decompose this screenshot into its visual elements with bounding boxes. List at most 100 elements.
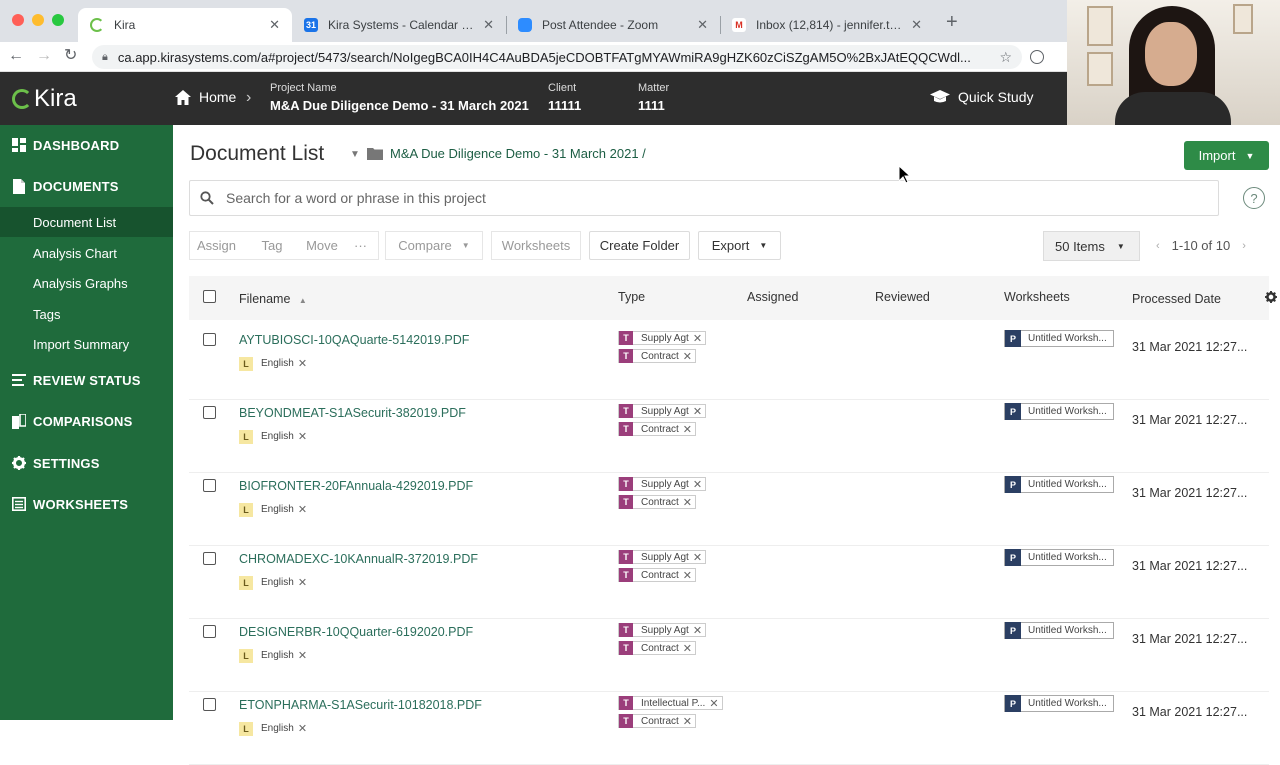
export-button[interactable]: Export ▼ [698,231,781,260]
type-tag: T Supply Agt ✕ [618,623,707,637]
remove-tag-icon[interactable]: ✕ [683,423,695,436]
column-header-assigned[interactable]: Assigned [747,290,798,304]
row-checkbox[interactable] [203,333,216,346]
close-window-button[interactable] [12,14,24,26]
remove-tag-icon[interactable]: ✕ [298,430,310,443]
home-link[interactable]: Home [175,89,236,105]
sidebar-item-worksheets[interactable]: WORKSHEETS [0,496,173,512]
row-checkbox[interactable] [203,552,216,565]
remove-tag-icon[interactable]: ✕ [683,715,695,728]
compare-button[interactable]: Compare ▼ [385,231,483,260]
close-tab-icon[interactable]: ✕ [483,17,494,33]
filename-link[interactable]: BEYONDMEAT-S1ASecurit-382019.PDF [239,406,466,420]
remove-tag-icon[interactable]: ✕ [298,503,310,516]
extension-icon[interactable] [1030,50,1044,64]
remove-tag-icon[interactable]: ✕ [693,624,705,637]
new-tab-icon[interactable]: + [946,12,958,32]
next-page-icon[interactable]: › [1242,240,1246,252]
remove-tag-icon[interactable]: ✕ [683,496,695,509]
items-per-page-select[interactable]: 50 Items ▼ [1043,231,1140,261]
import-button[interactable]: Import ▼ [1184,141,1269,170]
remove-tag-icon[interactable]: ✕ [683,569,695,582]
worksheet-tag[interactable]: P Untitled Worksh... [1004,403,1114,420]
move-button[interactable]: Move [301,231,343,260]
worksheet-tag[interactable]: P Untitled Worksh... [1004,695,1114,712]
column-settings-gear-icon[interactable] [1265,291,1277,303]
filename-link[interactable]: AYTUBIOSCI-10QAQuarte-5142019.PDF [239,333,469,347]
sidebar-item-analysis-graphs[interactable]: Analysis Graphs [0,268,173,298]
close-tab-icon[interactable]: ✕ [269,17,280,33]
row-checkbox[interactable] [203,698,216,711]
remove-tag-icon[interactable]: ✕ [298,722,310,735]
remove-tag-icon[interactable]: ✕ [693,478,705,491]
browser-tab-calendar[interactable]: 31 Kira Systems - Calendar - Wee ✕ [292,8,506,42]
table-row[interactable]: DESIGNERBR-10QQuarter-6192020.PDF L Engli… [189,619,1269,692]
column-header-type[interactable]: Type [618,290,645,304]
remove-tag-icon[interactable]: ✕ [683,642,695,655]
column-header-filename[interactable]: Filename ▲ [239,292,307,306]
back-icon[interactable]: ← [8,46,24,66]
row-checkbox[interactable] [203,479,216,492]
remove-tag-icon[interactable]: ✕ [298,357,310,370]
create-folder-button[interactable]: Create Folder [589,231,690,260]
forward-icon[interactable]: → [36,46,52,66]
folder-breadcrumb[interactable]: M&A Due Diligence Demo - 31 March 2021 / [390,146,646,161]
filename-link[interactable]: ETONPHARMA-S1ASecurit-10182018.PDF [239,698,482,712]
help-icon[interactable]: ? [1243,187,1265,209]
worksheet-tag[interactable]: P Untitled Worksh... [1004,622,1114,639]
remove-tag-icon[interactable]: ✕ [709,697,721,710]
more-actions-button[interactable]: ··· [343,231,379,260]
remove-tag-icon[interactable]: ✕ [683,350,695,363]
remove-tag-icon[interactable]: ✕ [298,576,310,589]
sidebar-item-documents[interactable]: DOCUMENTS [0,178,173,194]
kira-logo[interactable]: Kira [12,85,77,113]
sidebar-item-analysis-chart[interactable]: Analysis Chart [0,238,173,268]
tag-button[interactable]: Tag [243,231,301,260]
table-row[interactable]: AYTUBIOSCI-10QAQuarte-5142019.PDF L Engli… [189,327,1269,400]
minimize-window-button[interactable] [32,14,44,26]
worksheet-tag[interactable]: P Untitled Worksh... [1004,330,1114,347]
browser-tab-gmail[interactable]: M Inbox (12,814) - jennifer.tsai@ ✕ [720,8,934,42]
filename-link[interactable]: BIOFRONTER-20FAnnuala-4292019.PDF [239,479,473,493]
quick-study-button[interactable]: Quick Study [930,89,1033,105]
remove-tag-icon[interactable]: ✕ [298,649,310,662]
column-header-worksheets[interactable]: Worksheets [1004,290,1070,304]
filename-link[interactable]: CHROMADEXC-10KAnnualR-372019.PDF [239,552,478,566]
browser-tab-zoom[interactable]: Post Attendee - Zoom ✕ [506,8,720,42]
sidebar-item-tags[interactable]: Tags [0,299,173,329]
row-checkbox[interactable] [203,406,216,419]
sidebar-item-dashboard[interactable]: DASHBOARD [0,137,173,153]
caret-down-icon[interactable]: ▼ [350,149,360,160]
table-row[interactable]: CHROMADEXC-10KAnnualR-372019.PDF L Englis… [189,546,1269,619]
select-all-checkbox[interactable] [203,290,216,303]
row-checkbox[interactable] [203,625,216,638]
reload-icon[interactable]: ↻ [64,46,77,66]
sidebar-item-comparisons[interactable]: COMPARISONS [0,413,173,429]
sidebar-item-review-status[interactable]: REVIEW STATUS [0,372,173,388]
remove-tag-icon[interactable]: ✕ [693,332,705,345]
url-field[interactable]: 🔒︎ ca.app.kirasystems.com/a#project/5473… [92,45,1022,69]
sidebar-item-document-list[interactable]: Document List [0,207,173,237]
column-header-processed-date[interactable]: Processed Date [1132,292,1221,306]
bookmark-star-icon[interactable]: ☆ [999,49,1012,66]
column-header-reviewed[interactable]: Reviewed [875,290,930,304]
sidebar-item-import-summary[interactable]: Import Summary [0,329,173,359]
close-tab-icon[interactable]: ✕ [911,17,922,33]
table-row[interactable]: BEYONDMEAT-S1ASecurit-382019.PDF L Englis… [189,400,1269,473]
worksheets-button[interactable]: Worksheets [491,231,581,260]
table-row[interactable]: BIOFRONTER-20FAnnuala-4292019.PDF L Engli… [189,473,1269,546]
search-input[interactable]: Search for a word or phrase in this proj… [189,180,1219,216]
close-tab-icon[interactable]: ✕ [697,17,708,33]
filename-link[interactable]: DESIGNERBR-10QQuarter-6192020.PDF [239,625,473,639]
remove-tag-icon[interactable]: ✕ [693,405,705,418]
browser-tab-kira[interactable]: Kira ✕ [78,8,292,42]
remove-tag-icon[interactable]: ✕ [693,551,705,564]
zoom-window-button[interactable] [52,14,64,26]
worksheet-tag[interactable]: P Untitled Worksh... [1004,476,1114,493]
sidebar-item-label: Analysis Graphs [33,275,128,291]
table-row[interactable]: ETONPHARMA-S1ASecurit-10182018.PDF L Engl… [189,692,1269,765]
sidebar-item-settings[interactable]: SETTINGS [0,455,173,471]
worksheet-tag[interactable]: P Untitled Worksh... [1004,549,1114,566]
prev-page-icon[interactable]: ‹ [1156,240,1160,252]
assign-button[interactable]: Assign [189,231,243,260]
